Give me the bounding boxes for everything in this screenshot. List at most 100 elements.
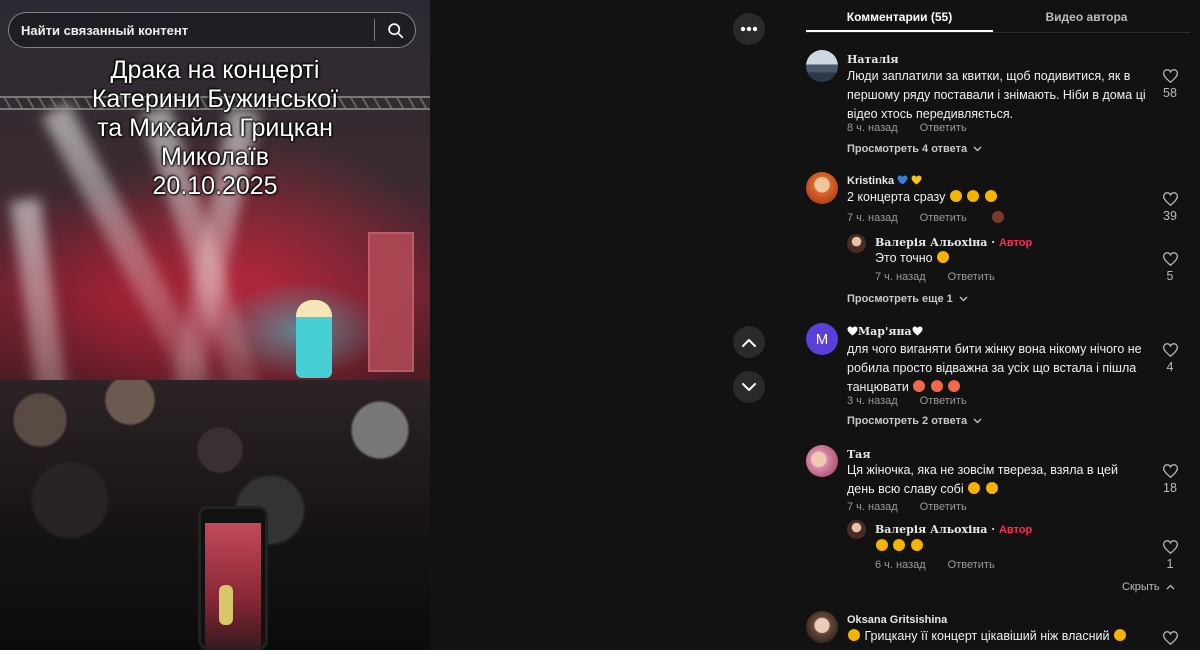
reply-button[interactable]: Ответить bbox=[920, 395, 967, 407]
hide-replies-button[interactable]: Скрыть bbox=[1122, 581, 1175, 593]
reply-time: 7 ч. назад bbox=[875, 271, 926, 283]
avatar[interactable] bbox=[806, 445, 838, 477]
like-count: 18 bbox=[1163, 481, 1177, 495]
grinning-emoji-icon bbox=[937, 251, 950, 263]
ellipsis-icon bbox=[740, 26, 758, 32]
comment-text: для чого виганяти бити жінку вона нікому… bbox=[847, 340, 1157, 397]
reply-button[interactable]: Ответить bbox=[920, 122, 967, 134]
laughing-emoji-icon bbox=[949, 190, 962, 202]
white-heart-icon bbox=[847, 326, 858, 336]
view-replies-label: Просмотреть 4 ответа bbox=[847, 143, 968, 155]
heart-icon bbox=[1162, 69, 1178, 83]
panel-tabs: Комментарии (55) Видео автора bbox=[806, 0, 1190, 33]
reply-button[interactable]: Ответить bbox=[948, 271, 995, 283]
comment-text: Ця жіночка, яка не зовсім твереза, взяла… bbox=[847, 461, 1147, 499]
white-heart-icon bbox=[912, 326, 923, 336]
comment-time: 3 ч. назад bbox=[847, 395, 898, 407]
reply-username[interactable]: Валерія Альохіна · Автор bbox=[875, 236, 1032, 249]
heart-icon bbox=[1162, 343, 1178, 357]
laughing-emoji-icon bbox=[1113, 629, 1126, 641]
name-separator: · bbox=[987, 236, 999, 249]
search-button[interactable] bbox=[375, 13, 415, 47]
comment-username[interactable]: Тая bbox=[847, 448, 870, 461]
search-input[interactable]: Найти связанный контент bbox=[9, 23, 374, 38]
reply-username-text: Валерія Альохіна bbox=[875, 236, 988, 249]
grinning-emoji-icon bbox=[985, 482, 998, 494]
comments-panel: Комментарии (55) Видео автора Наталія Лю… bbox=[780, 0, 1200, 650]
reply-meta: 6 ч. назад Ответить bbox=[875, 559, 1017, 571]
like-count: 39 bbox=[1163, 209, 1177, 223]
comment-text: Грицкану її концерт цікавіший ніж власни… bbox=[847, 627, 1157, 646]
heart-icon bbox=[1162, 464, 1178, 478]
avatar[interactable]: M bbox=[806, 323, 838, 355]
comment-meta: 7 ч. назад Ответить bbox=[847, 501, 989, 513]
like-button[interactable]: 4 bbox=[1158, 343, 1182, 374]
more-options-button[interactable] bbox=[733, 13, 765, 45]
laughing-emoji-icon bbox=[984, 190, 997, 202]
laughing-emoji-icon bbox=[848, 629, 860, 641]
reply-text: Это точно bbox=[875, 249, 950, 268]
comment-meta: 7 ч. назад Ответить bbox=[847, 211, 1004, 224]
avatar[interactable] bbox=[806, 611, 838, 643]
tab-author-videos[interactable]: Видео автора bbox=[993, 0, 1180, 32]
avatar[interactable] bbox=[806, 172, 838, 204]
avatar[interactable] bbox=[806, 50, 838, 82]
comment-username-text: Kristinka bbox=[847, 175, 895, 187]
video-caption-line: та Михайла Грицкан bbox=[97, 114, 333, 142]
view-replies-label: Просмотреть 2 ответа bbox=[847, 415, 968, 427]
comment-username[interactable]: Наталія bbox=[847, 53, 899, 66]
like-button[interactable]: 1 bbox=[1158, 540, 1182, 571]
chevron-down-icon bbox=[973, 418, 982, 424]
view-replies-button[interactable]: Просмотреть 4 ответа bbox=[847, 143, 982, 155]
comment-username[interactable]: Мар'яна bbox=[847, 325, 923, 338]
view-replies-button[interactable]: Просмотреть еще 1 bbox=[847, 293, 968, 305]
related-search-bar[interactable]: Найти связанный контент bbox=[8, 12, 416, 48]
reply-avatar[interactable] bbox=[847, 520, 866, 539]
reply-button[interactable]: Ответить bbox=[948, 559, 995, 571]
like-button[interactable]: 18 bbox=[1158, 464, 1182, 495]
comment-username-text: Мар'яна bbox=[858, 325, 912, 338]
like-count: 1 bbox=[1166, 557, 1174, 571]
video-caption-line: Драка на концерті bbox=[110, 56, 320, 84]
reply-username[interactable]: Валерія Альохіна · Автор bbox=[875, 523, 1032, 536]
author-badge: Автор bbox=[998, 237, 1033, 249]
chevron-down-icon bbox=[973, 146, 982, 152]
comment-text: 2 концерта сразу bbox=[847, 188, 1147, 207]
laughing-emoji-icon bbox=[967, 190, 980, 202]
comment-meta: 3 ч. назад Ответить bbox=[847, 395, 989, 407]
laughing-emoji-icon bbox=[893, 539, 906, 551]
smiling-hearts-emoji-icon bbox=[948, 380, 961, 392]
chevron-up-icon bbox=[1166, 584, 1175, 590]
heart-icon bbox=[1162, 252, 1178, 266]
like-button[interactable]: 39 bbox=[1158, 192, 1182, 223]
reply-button[interactable]: Ответить bbox=[920, 501, 967, 513]
phone-in-hand bbox=[198, 506, 268, 650]
comment-text: Люди заплатили за квитки, щоб подивитися… bbox=[847, 69, 1146, 121]
like-button[interactable]: 5 bbox=[1158, 252, 1182, 283]
previous-video-button[interactable] bbox=[733, 326, 765, 358]
comment-text-body: для чого виганяти бити жінку вона нікому… bbox=[847, 342, 1142, 394]
smiling-hearts-emoji-icon bbox=[913, 380, 926, 392]
video-player[interactable]: Драка на концерті Катерини Бужинської та… bbox=[0, 0, 430, 650]
phone-screen bbox=[205, 523, 261, 647]
chevron-down-icon bbox=[959, 296, 968, 302]
reply-avatar[interactable] bbox=[847, 234, 866, 253]
reply-button[interactable]: Ответить bbox=[920, 212, 967, 224]
comment-text-body: Грицкану її концерт цікавіший ніж власни… bbox=[864, 629, 1110, 643]
comment-username[interactable]: Oksana Gritsishina bbox=[847, 614, 947, 626]
video-caption-overlay: Драка на концерті Катерини Бужинської та… bbox=[0, 56, 430, 201]
tab-comments[interactable]: Комментарии (55) bbox=[806, 0, 993, 32]
next-video-button[interactable] bbox=[733, 371, 765, 403]
heart-icon bbox=[1162, 631, 1178, 645]
comment-username[interactable]: Kristinka bbox=[847, 175, 922, 187]
like-button[interactable] bbox=[1158, 631, 1182, 645]
stage-screen bbox=[368, 232, 414, 372]
blue-heart-icon bbox=[897, 175, 908, 185]
author-badge: Автор bbox=[998, 524, 1033, 536]
phone-screen-figure bbox=[219, 585, 233, 625]
chevron-down-icon bbox=[742, 382, 756, 391]
view-replies-button[interactable]: Просмотреть 2 ответа bbox=[847, 415, 982, 427]
heart-icon bbox=[1162, 192, 1178, 206]
like-button[interactable]: 58 bbox=[1158, 69, 1182, 100]
video-caption-line: 20.10.2025 bbox=[152, 172, 278, 200]
